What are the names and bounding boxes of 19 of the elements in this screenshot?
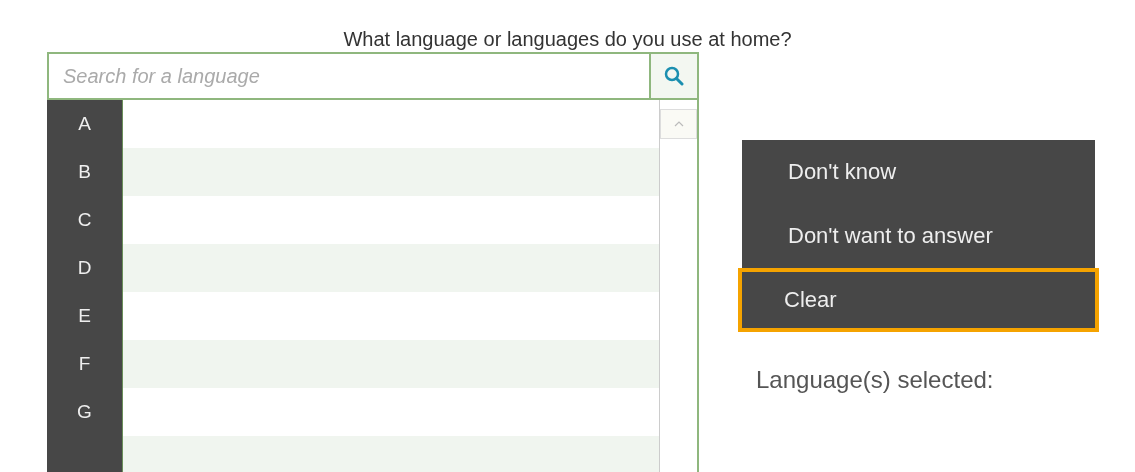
language-row[interactable]: [123, 340, 660, 388]
scroll-up-button[interactable]: [660, 109, 697, 139]
answer-option-button[interactable]: Clear: [738, 268, 1099, 332]
letter-index[interactable]: B: [47, 148, 123, 196]
question-text: What language or languages do you use at home?: [342, 27, 793, 52]
language-row[interactable]: [123, 148, 660, 196]
letter-index[interactable]: C: [47, 196, 123, 244]
letter-index[interactable]: F: [47, 340, 123, 388]
selected-languages-label: Language(s) selected:: [755, 366, 995, 394]
letter-index[interactable]: D: [47, 244, 123, 292]
chevron-up-icon: [673, 121, 684, 127]
language-row[interactable]: [123, 436, 660, 472]
search-icon: [664, 66, 684, 86]
letter-index[interactable]: A: [47, 100, 123, 148]
letter-index[interactable]: G: [47, 388, 123, 436]
search-field[interactable]: Search for a language: [47, 52, 651, 100]
language-row[interactable]: [123, 244, 660, 292]
search-button[interactable]: [651, 52, 699, 100]
letter-index[interactable]: E: [47, 292, 123, 340]
